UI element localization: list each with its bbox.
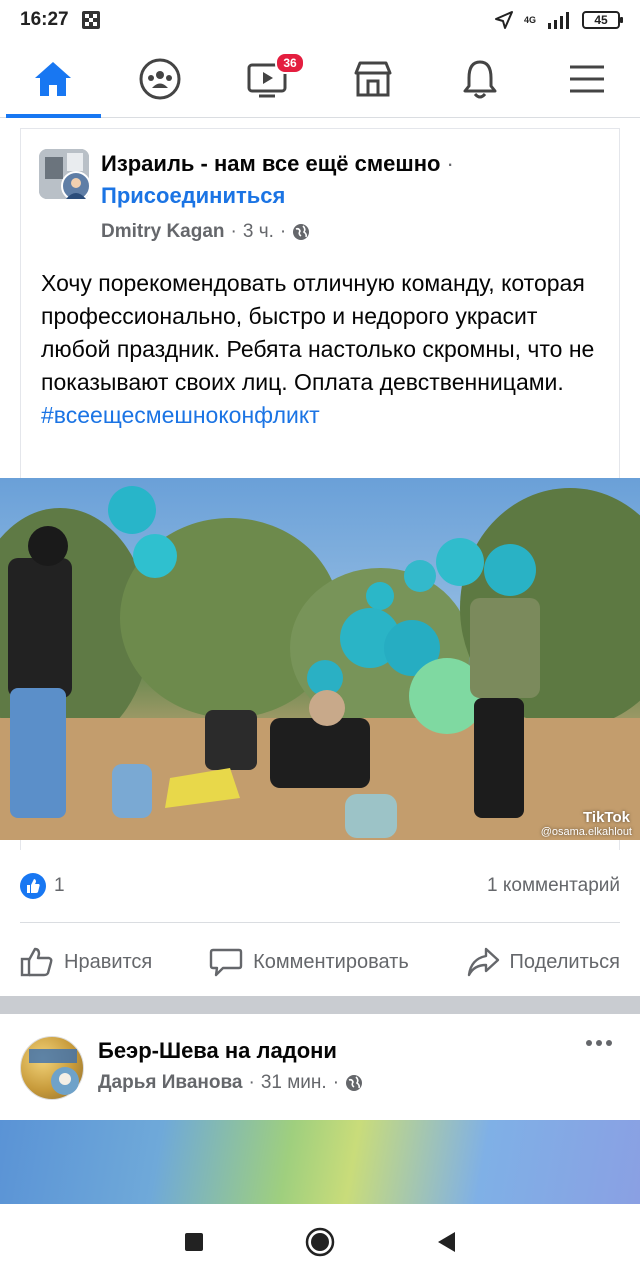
signal-icon (548, 12, 569, 29)
author-name-2[interactable]: Дарья Иванова (98, 1072, 243, 1094)
more-options-button[interactable] (586, 1040, 612, 1046)
comment-button[interactable]: Комментировать (209, 946, 409, 978)
person-icon (66, 178, 86, 199)
location-arrow-icon (494, 11, 513, 29)
tiktok-handle: @osama.elkahlout (540, 826, 632, 838)
status-bar: 16:27 4G 45 (0, 0, 640, 40)
tab-menu[interactable] (533, 40, 640, 117)
marketplace-icon (354, 61, 392, 96)
post-meta: Dmitry Kagan · 3 ч. · (101, 221, 310, 243)
post-time[interactable]: 3 ч. (243, 221, 274, 243)
comment-label: Комментировать (253, 950, 409, 973)
bell-icon (463, 60, 497, 98)
home-icon (35, 61, 72, 96)
author-name[interactable]: Dmitry Kagan (101, 221, 225, 243)
feed-separator (0, 996, 640, 1014)
share-label: Поделиться (509, 950, 620, 973)
separator-dot: · (230, 221, 237, 242)
thumbs-up-icon (20, 947, 53, 977)
like-label: Нравится (64, 950, 153, 973)
group-avatar-2[interactable] (20, 1036, 84, 1100)
back-button-icon[interactable] (435, 1230, 457, 1254)
join-group-link[interactable]: Присоединиться (101, 183, 285, 209)
more-dot (596, 1040, 602, 1046)
group-logo-icon (29, 1049, 79, 1095)
post-actions: Нравится Комментировать Поделиться (20, 938, 620, 986)
more-dot (606, 1040, 612, 1046)
status-icons: 4G 45 (494, 10, 623, 30)
network-type: 4G (523, 14, 536, 25)
post-body: Хочу порекомендовать отличную команду, к… (41, 267, 601, 432)
group-name-text: Израиль - нам все ещё смешно (101, 151, 441, 176)
recents-button-icon[interactable] (183, 1231, 205, 1253)
author-avatar[interactable] (61, 171, 91, 201)
watch-badge: 36 (275, 52, 305, 74)
comment-count[interactable]: 1 комментарий (487, 875, 620, 897)
like-button[interactable]: Нравится (20, 946, 152, 978)
share-button[interactable]: Поделиться (466, 946, 620, 978)
tab-notifications[interactable] (427, 40, 534, 117)
groups-icon (139, 58, 181, 99)
hashtag-link[interactable]: #всеещесмешноконфликт (41, 399, 601, 432)
system-nav-bar (0, 1204, 640, 1280)
menu-icon (569, 65, 604, 92)
share-icon (467, 947, 499, 977)
tiktok-watermark: TikTok (583, 809, 630, 826)
reactions-summary: 1 1 комментарий (20, 866, 620, 906)
separator-dot: · (446, 151, 454, 176)
video-frame-illustration (0, 486, 640, 840)
like-reaction-icon[interactable] (20, 873, 46, 899)
like-count[interactable]: 1 (54, 875, 65, 897)
globe-icon (293, 224, 310, 240)
divider (20, 922, 620, 923)
post-meta-2: Дарья Иванова · 31 мин. · (98, 1072, 363, 1094)
globe-icon (346, 1075, 363, 1091)
tab-watch[interactable]: 36 (213, 40, 320, 117)
post-time-2[interactable]: 31 мин. (261, 1072, 327, 1094)
tab-home[interactable] (0, 40, 107, 118)
post-video[interactable]: TikTok @osama.elkahlout (0, 478, 640, 840)
separator-dot: · (279, 221, 287, 242)
tab-marketplace[interactable] (320, 40, 427, 117)
tab-groups[interactable] (107, 40, 214, 117)
group-name-2[interactable]: Беэр-Шева на ладони (98, 1038, 337, 1064)
post-card-2: Беэр-Шева на ладони Дарья Иванова · 31 м… (0, 1014, 640, 1204)
separator-dot: · (248, 1072, 255, 1093)
comment-icon (209, 948, 243, 977)
battery-indicator: 45 (582, 11, 623, 29)
group-name[interactable]: Израиль - нам все ещё смешно · (101, 151, 454, 177)
top-nav: 36 (0, 40, 640, 118)
separator-dot: · (332, 1072, 340, 1093)
post-text: Хочу порекомендовать отличную команду, к… (41, 270, 595, 395)
more-dot (586, 1040, 592, 1046)
home-button-icon[interactable] (305, 1227, 335, 1257)
notification-app-icon (81, 11, 100, 29)
post-image-2[interactable] (0, 1120, 640, 1204)
status-time: 16:27 (20, 9, 69, 30)
